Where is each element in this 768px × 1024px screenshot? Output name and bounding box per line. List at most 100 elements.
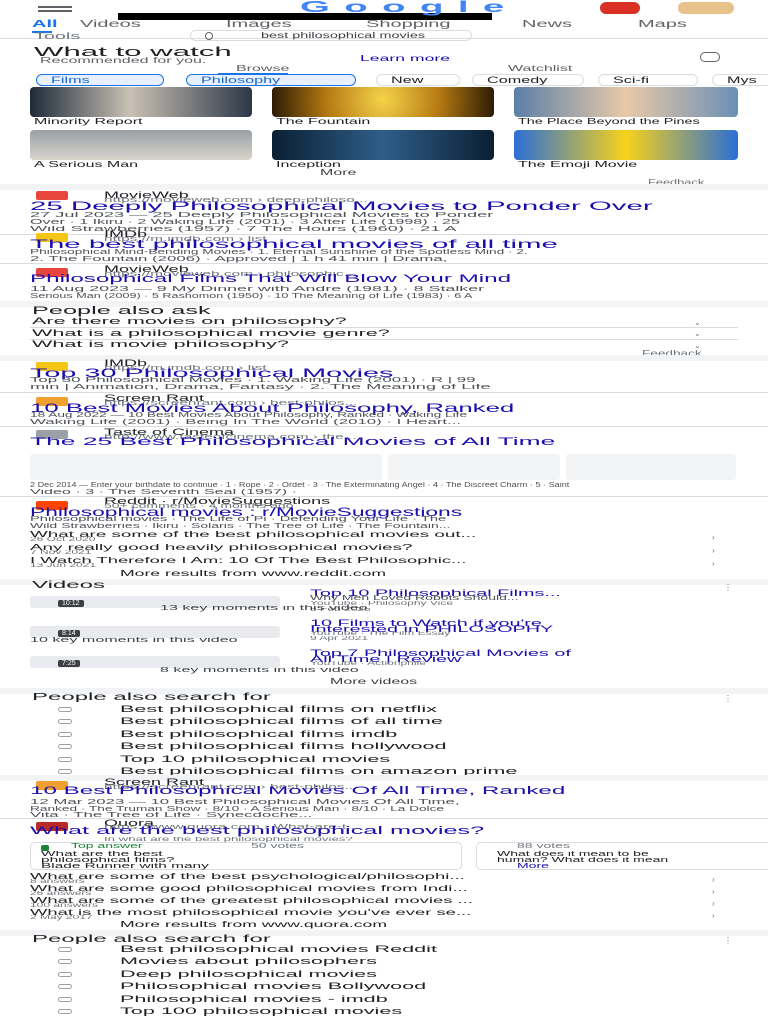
thread-link[interactable]: What are some of the best psychological/…	[30, 872, 465, 881]
chip-new[interactable]: New	[376, 74, 460, 86]
key-moments[interactable]: 13 key moments in this video	[160, 605, 368, 612]
paa-question[interactable]: What is movie philosophy?	[32, 339, 289, 349]
video-duration: 8:14	[58, 630, 80, 637]
tab-videos[interactable]: Videos	[80, 19, 141, 30]
learn-more-link[interactable]: Learn more	[360, 54, 450, 63]
video-duration: 7:25	[58, 660, 80, 667]
result-title[interactable]: Philosophical Films That Will Blow Your …	[30, 273, 511, 285]
tab-shopping[interactable]: Shopping	[366, 19, 451, 30]
chip-philosophy[interactable]: Philosophy	[186, 74, 356, 86]
related-search-item[interactable]: Best philosophical films hollywood	[30, 741, 738, 753]
related-search-item[interactable]: Best philosophical movies Reddit	[30, 944, 738, 956]
videos-title: Videos	[32, 580, 105, 591]
chevron-right-icon[interactable]: ›	[712, 559, 715, 568]
related-search-text: Philosophical movies Bollywood	[120, 981, 427, 992]
more-results-link[interactable]: More results from www.quora.com	[120, 920, 387, 929]
movie-poster-the-fountain[interactable]	[272, 87, 494, 117]
related-search-item[interactable]: Philosophical movies - imdb	[30, 994, 738, 1006]
tab-all[interactable]: All	[32, 19, 58, 30]
tab-news[interactable]: News	[522, 19, 572, 30]
more-options-icon[interactable]: ⋮	[724, 694, 732, 703]
related-search-text: Deep philosophical movies	[120, 968, 377, 979]
key-moments[interactable]: 8 key moments in this video	[160, 667, 359, 674]
result-snippet: Wild Strawberries (1957) · 7 The Hours (…	[30, 226, 457, 233]
related-search-item[interactable]: Best philosophical films of all time	[30, 716, 738, 728]
section-divider	[0, 579, 768, 585]
image-strip[interactable]	[30, 454, 736, 480]
result-title[interactable]: The 25 Best Philosophical Movies of All …	[30, 437, 555, 448]
key-moments[interactable]: 10 key moments in this video	[30, 637, 238, 644]
related-search-item[interactable]: Movies about philosophers	[30, 956, 738, 968]
result-snippet: 11 Aug 2023 — 9 My Dinner with Andre (19…	[30, 286, 485, 293]
result-snippet: 12 Mar 2023 — 10 Best Philosophical Movi…	[30, 799, 460, 806]
result-snippet: Over · 1 Ikiru · 2 Waking Life (2001) · …	[30, 219, 460, 226]
chip-films[interactable]: Films	[36, 74, 164, 86]
chevron-right-icon[interactable]: ›	[712, 533, 715, 542]
movie-poster-emoji-movie[interactable]	[514, 130, 738, 160]
related-search-item[interactable]: Best philosophical films on netflix	[30, 704, 738, 716]
related-search-item[interactable]: Deep philosophical movies	[30, 969, 738, 981]
chip-scifi[interactable]: Sci-fi	[598, 74, 698, 86]
paa-question[interactable]: What is a philosophical movie genre?	[32, 328, 390, 338]
answer-text: Blade Runner with many	[41, 863, 209, 870]
related-search-item[interactable]: Top 100 philosophical movies	[30, 1006, 738, 1018]
thread-link[interactable]: What are some good philosophical movies …	[30, 884, 468, 893]
chevron-right-icon[interactable]: ›	[712, 911, 715, 920]
result-snippet: Top 30 Philosophical Movies · 1. Waking …	[30, 377, 476, 384]
chevron-down-icon[interactable]: ⌄	[694, 329, 701, 338]
tools-button[interactable]: Tools	[34, 31, 80, 41]
more-options-icon[interactable]: ⋮	[724, 583, 732, 592]
thread-link[interactable]: What is the most philosophical movie you…	[30, 908, 471, 917]
more-videos-button[interactable]: More videos	[330, 677, 417, 686]
more-results-link[interactable]: More results from www.reddit.com	[120, 569, 386, 578]
result-snippet: Wild Strawberries · Ikiru · Solaris · Th…	[30, 523, 451, 530]
avatar[interactable]	[678, 2, 734, 14]
movie-poster-minority-report[interactable]	[30, 87, 252, 117]
settings-icon[interactable]	[700, 52, 720, 62]
watchlist-tab[interactable]: Watchlist	[508, 64, 572, 73]
answer-card[interactable]: Top answer 50 votes What are the best ph…	[30, 842, 462, 870]
result-title[interactable]: 10 Best Philosophical Movies Of All Time…	[30, 786, 565, 797]
related-search-item[interactable]: Philosophical movies Bollywood	[30, 981, 738, 993]
magnifier-icon	[58, 996, 72, 1002]
answer-votes: 50 votes	[251, 843, 304, 850]
result-title[interactable]: What are the best philosophical movies?	[30, 826, 484, 837]
movie-poster-place-beyond-pines[interactable]	[514, 87, 738, 117]
chevron-right-icon[interactable]: ›	[712, 875, 715, 884]
answer-card-2[interactable]: 88 votes What does it mean to be human? …	[476, 842, 768, 870]
related-search-item[interactable]: Best philosophical films imdb	[30, 729, 738, 741]
magnifier-icon	[58, 971, 72, 977]
chip-comedy[interactable]: Comedy	[472, 74, 584, 86]
chevron-down-icon[interactable]: ⌄	[694, 318, 701, 327]
related-search-text: Best philosophical films on netflix	[120, 704, 437, 714]
result-snippet: 27 Jul 2023 — 25 Deeply Philosophical Mo…	[30, 212, 494, 219]
thread-link[interactable]: What are some of the best philosophical …	[30, 530, 476, 539]
chip-mystery[interactable]: Mys	[712, 74, 768, 86]
movie-caption: A Serious Man	[34, 160, 139, 169]
thread-date: 13 Jun 2021	[30, 563, 97, 569]
magnifier-icon	[205, 32, 213, 40]
movie-poster-inception[interactable]	[272, 130, 494, 160]
result-snippet: Philosophical movies · The Life of Pi · …	[30, 516, 447, 523]
chevron-right-icon[interactable]: ›	[712, 546, 715, 555]
related-search-text: Best philosophical films hollywood	[120, 741, 447, 752]
tab-maps[interactable]: Maps	[638, 19, 687, 30]
notification-badge[interactable]	[600, 2, 640, 14]
query-pill[interactable]: best philosophical movies	[190, 30, 472, 41]
related-search-item[interactable]: Top 10 philosophical movies	[30, 754, 738, 766]
chevron-right-icon[interactable]: ›	[712, 899, 715, 908]
more-button[interactable]: More	[320, 168, 450, 178]
chevron-right-icon[interactable]: ›	[712, 887, 715, 896]
magnifier-icon	[58, 731, 72, 737]
more-link[interactable]: More	[517, 863, 549, 870]
query-text: best philosophical movies	[261, 31, 426, 40]
google-logo[interactable]: Google	[300, 0, 708, 16]
tab-images[interactable]: Images	[226, 19, 292, 30]
menu-icon[interactable]	[38, 4, 72, 14]
paa-question[interactable]: Are there movies on philosophy?	[32, 316, 347, 326]
magnifier-icon	[58, 1009, 72, 1014]
video-date: 9 Apr 2021	[310, 636, 369, 642]
browse-tab[interactable]: Browse	[236, 64, 289, 73]
video-duration: 10:12	[58, 600, 84, 607]
movie-poster-serious-man[interactable]	[30, 130, 252, 160]
